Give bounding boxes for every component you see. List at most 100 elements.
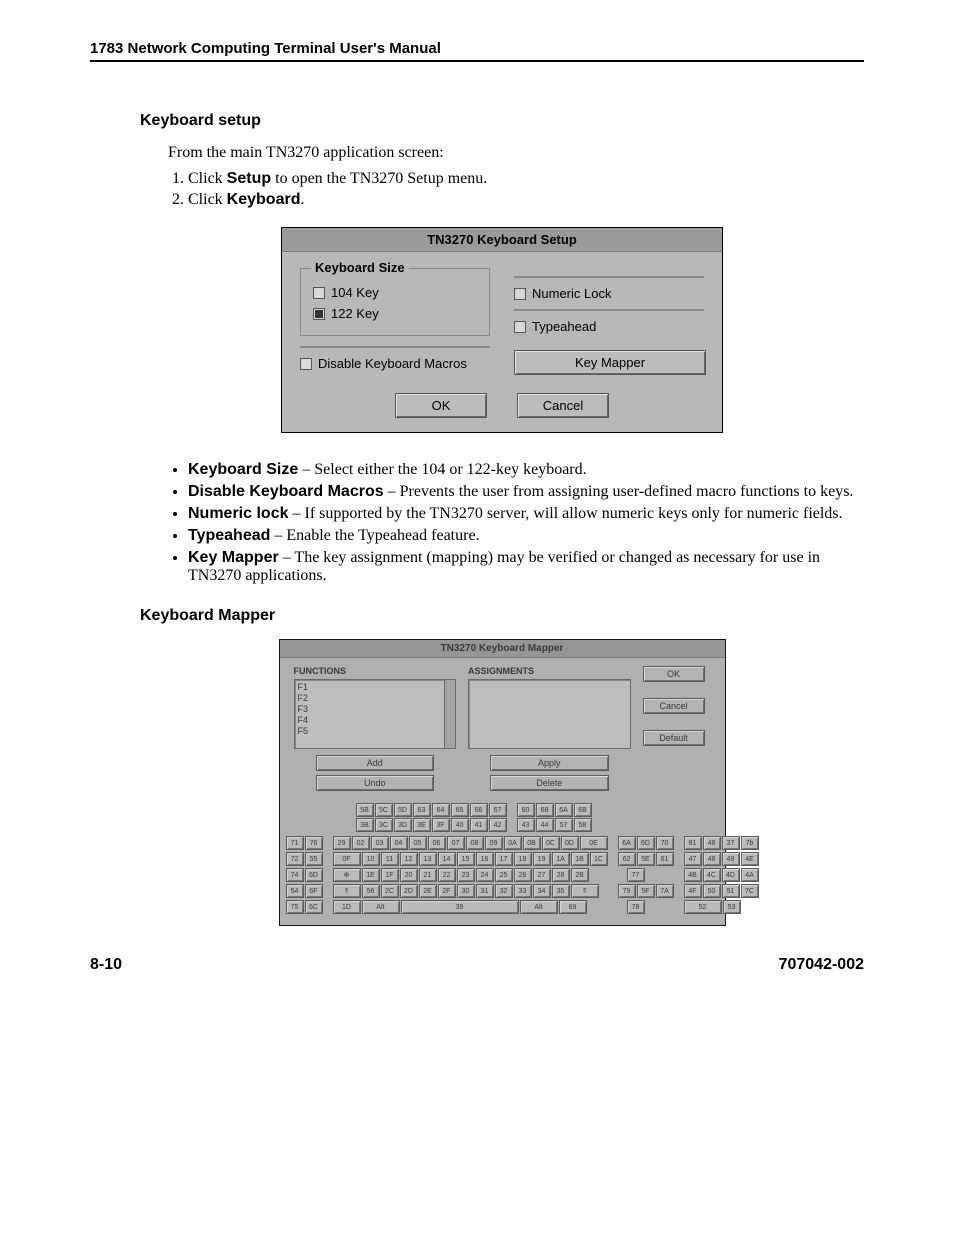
keyboard-key[interactable]: 4E [741, 852, 759, 866]
keyboard-key[interactable]: 26 [514, 868, 532, 882]
keyboard-key[interactable]: 6A [555, 803, 573, 817]
keyboard-key[interactable]: 1C [590, 852, 608, 866]
keyboard-key[interactable]: 32 [495, 884, 513, 898]
keyboard-key[interactable]: 53 [723, 900, 741, 914]
list-item[interactable]: F1 [298, 682, 453, 693]
keyboard-key[interactable]: 0C [542, 836, 560, 850]
keyboard-key[interactable]: 2C [381, 884, 399, 898]
keyboard-key[interactable]: 62 [618, 852, 636, 866]
list-item[interactable]: F4 [298, 715, 453, 726]
keyboard-key[interactable]: 31 [476, 884, 494, 898]
ok-button[interactable]: OK [643, 666, 705, 682]
keyboard-key[interactable]: 2B [571, 868, 589, 882]
keyboard-key[interactable]: 58 [574, 818, 592, 832]
keyboard-key[interactable]: 76 [305, 836, 323, 850]
keyboard-key[interactable]: 3F [432, 818, 450, 832]
keyboard-key[interactable]: 24 [476, 868, 494, 882]
default-button[interactable]: Default [643, 730, 705, 746]
list-item[interactable]: F5 [298, 726, 453, 737]
radio-104-key[interactable]: 104 Key [313, 285, 477, 300]
keyboard-key[interactable]: 79 [618, 884, 636, 898]
keyboard-key[interactable]: 15 [457, 852, 475, 866]
keyboard-key[interactable]: 14 [438, 852, 456, 866]
radio-122-key[interactable]: 122 Key [313, 306, 477, 321]
keyboard-key[interactable]: 3D [394, 818, 412, 832]
keyboard-key[interactable]: 16 [476, 852, 494, 866]
keyboard-key[interactable]: 37 [722, 836, 740, 850]
keyboard-key[interactable]: 2F [438, 884, 456, 898]
keyboard-key[interactable]: 20 [400, 868, 418, 882]
keyboard-key[interactable]: 48 [703, 852, 721, 866]
keyboard-key[interactable]: 68 [536, 803, 554, 817]
keyboard-key[interactable]: 30 [457, 884, 475, 898]
keyboard-key[interactable]: 71 [286, 836, 304, 850]
keyboard-key[interactable]: 11 [381, 852, 399, 866]
delete-button[interactable]: Delete [490, 775, 609, 791]
keyboard-key[interactable]: 35 [552, 884, 570, 898]
keyboard-key[interactable]: 40 [451, 818, 469, 832]
keyboard-key[interactable]: 41 [470, 818, 488, 832]
keyboard-key[interactable]: Alt [520, 900, 558, 914]
keyboard-key[interactable]: 1D [333, 900, 361, 914]
keyboard-key[interactable]: 5E [637, 852, 655, 866]
keyboard-key[interactable]: 4D [722, 868, 740, 882]
keyboard-key[interactable]: 66 [470, 803, 488, 817]
keyboard-key[interactable]: 52 [684, 900, 722, 914]
keyboard-key[interactable]: 6C [305, 900, 323, 914]
keyboard-key[interactable]: 3C [375, 818, 393, 832]
keyboard-key[interactable]: 67 [489, 803, 507, 817]
keyboard-key[interactable]: 34 [533, 884, 551, 898]
keyboard-key[interactable]: 6D [305, 868, 323, 882]
keyboard-key[interactable]: ⇑ [333, 884, 361, 898]
keyboard-key[interactable]: 29 [333, 836, 351, 850]
keyboard-key[interactable]: 4F [684, 884, 702, 898]
keyboard-key[interactable]: 08 [466, 836, 484, 850]
add-button[interactable]: Add [316, 755, 435, 771]
keyboard-key[interactable]: 2D [400, 884, 418, 898]
cancel-button[interactable]: Cancel [517, 393, 609, 418]
keyboard-key[interactable]: 33 [514, 884, 532, 898]
keyboard-key[interactable]: 51 [722, 884, 740, 898]
keyboard-key[interactable]: 6B [574, 803, 592, 817]
keyboard-key[interactable]: 57 [555, 818, 573, 832]
keyboard-key[interactable]: 39 [401, 900, 519, 914]
keyboard-key[interactable]: 65 [451, 803, 469, 817]
keyboard-key[interactable]: 0F [333, 852, 361, 866]
keyboard-key[interactable]: 60 [517, 803, 535, 817]
scrollbar[interactable] [444, 680, 455, 748]
keyboard-key[interactable]: 1A [552, 852, 570, 866]
keyboard-key[interactable]: 0D [561, 836, 579, 850]
keyboard-key[interactable]: 28 [552, 868, 570, 882]
keyboard-key[interactable]: 50 [703, 884, 721, 898]
keyboard-key[interactable]: 0E [580, 836, 608, 850]
keyboard-key[interactable]: 05 [409, 836, 427, 850]
checkbox-numeric-lock[interactable]: Numeric Lock [514, 286, 704, 301]
keyboard-key[interactable]: 55 [305, 852, 323, 866]
keyboard-key[interactable]: 27 [533, 868, 551, 882]
keyboard-key[interactable]: 77 [627, 868, 645, 882]
keyboard-key[interactable]: 81 [684, 836, 702, 850]
apply-button[interactable]: Apply [490, 755, 609, 771]
keyboard-key[interactable]: 7A [656, 884, 674, 898]
keyboard-key[interactable]: 7b [741, 836, 759, 850]
keyboard-key[interactable]: 64 [432, 803, 450, 817]
keyboard-key[interactable]: 02 [352, 836, 370, 850]
functions-listbox[interactable]: F1 F2 F3 F4 F5 [294, 679, 457, 749]
keyboard-key[interactable]: 12 [400, 852, 418, 866]
key-mapper-button[interactable]: Key Mapper [514, 350, 706, 375]
keyboard-key[interactable]: 5C [375, 803, 393, 817]
keyboard-key[interactable]: 69 [559, 900, 587, 914]
keyboard-key[interactable]: 6D [637, 836, 655, 850]
keyboard-key[interactable]: 75 [286, 900, 304, 914]
keyboard-key[interactable]: 23 [457, 868, 475, 882]
keyboard-key[interactable]: 47 [684, 852, 702, 866]
keyboard-key[interactable]: 22 [438, 868, 456, 882]
keyboard-key[interactable]: 5F [637, 884, 655, 898]
keyboard-key[interactable]: 25 [495, 868, 513, 882]
ok-button[interactable]: OK [395, 393, 487, 418]
keyboard-key[interactable]: 44 [536, 818, 554, 832]
keyboard-key[interactable]: 74 [286, 868, 304, 882]
keyboard-key[interactable]: 49 [722, 852, 740, 866]
keyboard-key[interactable]: 4A [741, 868, 759, 882]
keyboard-key[interactable]: 1F [381, 868, 399, 882]
